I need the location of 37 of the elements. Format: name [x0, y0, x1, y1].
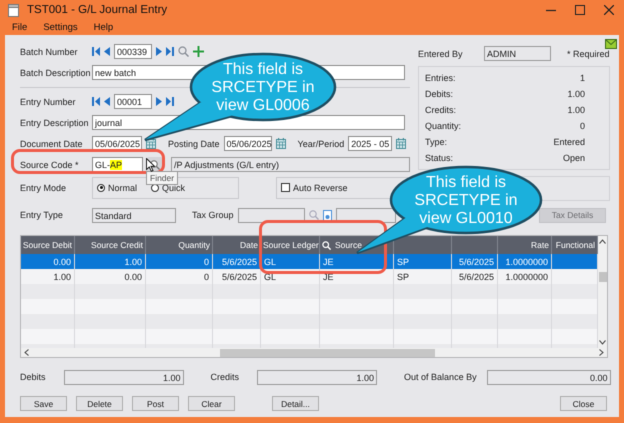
- table-cell: 1.00: [75, 254, 146, 269]
- summary-value: Open: [562, 153, 585, 163]
- summary-label: Quantity:: [425, 121, 462, 131]
- total-label: Debits: [20, 372, 46, 382]
- field-label: Entry Number: [20, 96, 77, 106]
- table-cell: SP: [394, 254, 452, 269]
- total-label: Credits: [210, 372, 240, 382]
- summary-value: 1: [580, 73, 585, 83]
- summary-value: 1.00: [567, 105, 585, 115]
- summary-value: 0: [580, 121, 585, 131]
- summary-label: Credits:: [425, 105, 456, 115]
- field-label: Entry Mode: [20, 182, 68, 192]
- table-cell: 5/6/2025: [452, 254, 498, 269]
- table-cell: GL: [261, 254, 320, 269]
- window-title: TST001 - G/L Journal Entry: [27, 4, 168, 16]
- field-label: Batch Description: [20, 68, 92, 78]
- field-label: Source Code *: [20, 160, 80, 170]
- summary-label: Debits:: [425, 89, 454, 99]
- table-cell: 0.00: [21, 254, 75, 269]
- field-label: Entry Type: [20, 210, 64, 220]
- table-cell: 1.0000000: [498, 254, 552, 269]
- required-note: * Required: [567, 48, 610, 58]
- field-label: Document Date: [20, 138, 84, 148]
- tooltip: Finder: [146, 171, 178, 185]
- field-label: Batch Number: [20, 46, 79, 56]
- field-label: Tax Group: [192, 210, 234, 220]
- summary-value: 1.00: [567, 89, 585, 99]
- field-label: Entry Description: [20, 118, 90, 128]
- summary-label: Status:: [425, 153, 454, 163]
- field-label: Entered By: [418, 48, 464, 58]
- summary-value: Entered: [553, 137, 585, 147]
- column-header-text: Source: [335, 240, 362, 250]
- table-cell: 5/6/2025: [213, 254, 261, 269]
- summary-label: Entries:: [425, 73, 456, 83]
- summary-label: Type:: [425, 137, 448, 147]
- total-label: Out of Balance By: [404, 372, 477, 382]
- table-cell: 0: [146, 254, 213, 269]
